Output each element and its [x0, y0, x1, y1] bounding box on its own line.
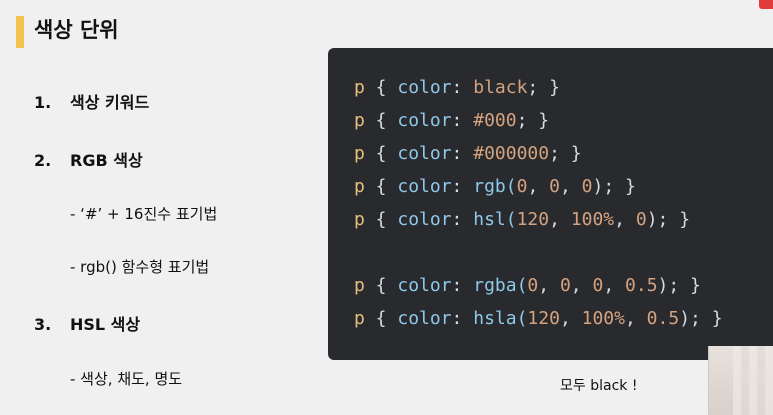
code-token: 0 [516, 176, 528, 197]
code-token: { [364, 77, 398, 98]
code-token: { [364, 308, 398, 329]
code-token: : [451, 209, 474, 230]
code-line: p { color: #000; } [354, 109, 549, 133]
code-token: , [614, 209, 636, 230]
code-token: #000 [473, 110, 517, 131]
code-token: black [473, 77, 528, 98]
outline-number: 2. [34, 151, 52, 170]
code-token: { [364, 176, 398, 197]
code-token: hsla( [473, 308, 528, 329]
code-token: 0 [559, 275, 571, 296]
code-token: { [364, 110, 398, 131]
code-token: color [397, 110, 452, 131]
code-token: p [354, 143, 365, 164]
code-token: ); } [592, 176, 636, 197]
code-token: 0.5 [625, 275, 658, 296]
code-token: color [397, 77, 452, 98]
code-token: : [451, 275, 474, 296]
code-token: color [397, 176, 452, 197]
code-token: : [451, 176, 474, 197]
code-token: , [624, 308, 647, 329]
code-token: color [397, 275, 452, 296]
outline-label: - 색상, 채도, 명도 [70, 370, 183, 388]
code-panel: p { color: black; } p { color: #000; } p {… [328, 48, 773, 360]
code-token: ; } [549, 143, 582, 164]
outline-label: - ‘#’ + 16진수 표기법 [70, 205, 218, 223]
code-token: 0 [592, 275, 604, 296]
code-token: 120 [516, 209, 550, 230]
code-token: 0 [527, 275, 539, 296]
outline-number: 3. [34, 315, 52, 334]
code-token: p [354, 308, 365, 329]
code-token: 0 [549, 176, 560, 197]
outline-list: 1. 색상 키워드 2. RGB 색상 - ‘#’ + 16진수 표기법 - rgb… [0, 0, 320, 415]
outline-label: RGB 색상 [70, 151, 143, 170]
code-token: ); } [646, 209, 691, 230]
presenter-video-frame [708, 346, 773, 415]
code-token: : [451, 143, 474, 164]
corner-badge [759, 0, 773, 9]
code-line: p { color: rgb(0, 0, 0); } [354, 175, 636, 199]
code-token: , [570, 275, 593, 296]
code-token: , [559, 308, 582, 329]
code-token: p [354, 209, 365, 230]
code-token: ; } [527, 77, 560, 98]
code-line: p { color: black; } [354, 76, 560, 100]
code-token: , [559, 176, 582, 197]
code-token: , [603, 275, 626, 296]
code-line: p { color: hsl(120, 100%, 0); } [354, 208, 690, 232]
outline-item-rgb: 2. RGB 색상 [34, 150, 143, 172]
code-token: p [354, 110, 365, 131]
code-token: { [364, 209, 398, 230]
code-token: ; } [516, 110, 550, 131]
outline-number: 1. [34, 93, 52, 112]
code-token: color [397, 143, 452, 164]
caption: 모두 black ! [560, 378, 638, 394]
code-token: ); } [657, 275, 701, 296]
code-token: : [451, 110, 474, 131]
code-token: { [364, 275, 398, 296]
code-token: : [451, 77, 474, 98]
code-token: color [397, 209, 452, 230]
code-line: p { color: #000000; } [354, 142, 582, 166]
outline-item-hsl: 3. HSL 색상 [34, 314, 140, 336]
outline-label: - rgb() 함수형 표기법 [70, 258, 210, 276]
code-token: 0 [635, 209, 647, 230]
code-token: , [527, 176, 550, 197]
code-token: , [538, 275, 560, 296]
code-token: p [354, 176, 365, 197]
outline-subitem-hsl-parts: - 색상, 채도, 명도 [70, 368, 182, 390]
code-token: : [451, 308, 474, 329]
outline-subitem-rgb-func: - rgb() 함수형 표기법 [70, 256, 209, 278]
code-token: { [364, 143, 398, 164]
code-token: rgba( [473, 275, 528, 296]
code-token: p [354, 77, 365, 98]
code-token: p [354, 275, 365, 296]
outline-item-color-keyword: 1. 색상 키워드 [34, 92, 149, 114]
code-token: , [549, 209, 571, 230]
outline-label: 색상 키워드 [70, 93, 150, 112]
code-line: p { color: rgba(0, 0, 0, 0.5); } [354, 274, 701, 298]
code-token: 100% [570, 209, 615, 230]
code-token: color [397, 308, 452, 329]
outline-subitem-hex: - ‘#’ + 16진수 표기법 [70, 203, 217, 225]
outline-label: HSL 색상 [70, 315, 141, 334]
code-token: hsl( [473, 209, 517, 230]
code-token: 0 [581, 176, 593, 197]
code-token: 0.5 [646, 308, 680, 329]
code-token: #000000 [473, 143, 550, 164]
code-line: p { color: hsla(120, 100%, 0.5); } [354, 307, 723, 331]
code-token: 100% [581, 308, 625, 329]
code-token: ); } [679, 308, 723, 329]
code-token: rgb( [473, 176, 517, 197]
code-token: 120 [527, 308, 560, 329]
